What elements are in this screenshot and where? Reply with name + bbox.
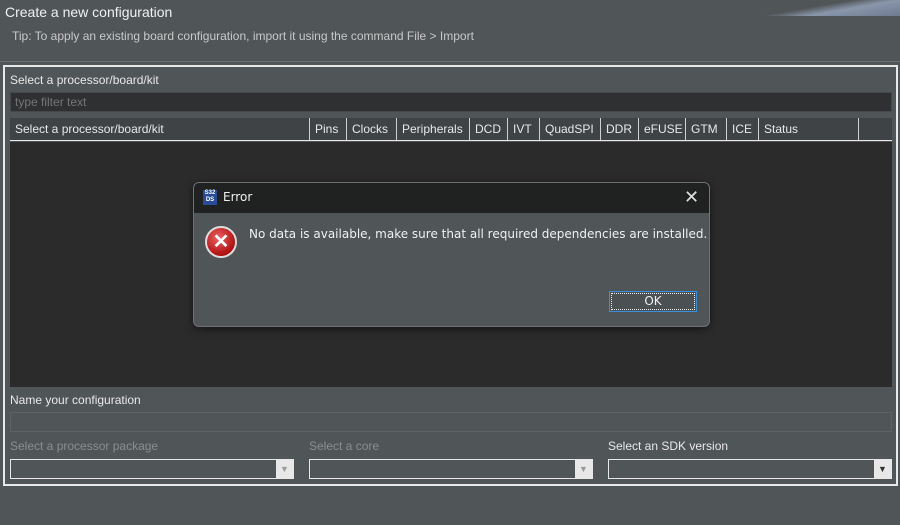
column-header-efuse[interactable]: eFUSE bbox=[639, 118, 686, 140]
column-header-clocks[interactable]: Clocks bbox=[347, 118, 397, 140]
chevron-down-icon: ▼ bbox=[276, 460, 293, 478]
column-header-peripherals[interactable]: Peripherals bbox=[397, 118, 470, 140]
error-dialog: S32 DS Error ✕ ✕ No data is available, m… bbox=[193, 182, 710, 327]
sdk-select[interactable]: ▼ bbox=[608, 459, 892, 479]
ok-button[interactable]: OK bbox=[609, 291, 697, 312]
banner-graphic bbox=[760, 0, 900, 16]
package-label: Select a processor package bbox=[10, 439, 159, 453]
close-icon[interactable]: ✕ bbox=[684, 187, 699, 208]
name-label: Name your configuration bbox=[10, 393, 141, 407]
table-header: Select a processor/board/kit Pins Clocks… bbox=[10, 118, 892, 141]
column-header-ivt[interactable]: IVT bbox=[508, 118, 540, 140]
column-header-status[interactable]: Status bbox=[759, 118, 859, 140]
column-header-quadspi[interactable]: QuadSPI bbox=[540, 118, 601, 140]
column-header-dcd[interactable]: DCD bbox=[470, 118, 508, 140]
core-label: Select a core bbox=[309, 439, 380, 453]
configuration-name-input[interactable] bbox=[10, 412, 892, 432]
tip-text: Tip: To apply an existing board configur… bbox=[12, 29, 474, 43]
chevron-down-icon: ▼ bbox=[874, 460, 891, 478]
sdk-label: Select an SDK version bbox=[608, 439, 729, 453]
page-title: Create a new configuration bbox=[5, 4, 173, 20]
column-header-ice[interactable]: ICE bbox=[727, 118, 759, 140]
dialog-title: Error bbox=[223, 190, 253, 204]
error-icon: ✕ bbox=[205, 226, 237, 258]
package-select[interactable]: ▼ bbox=[10, 459, 294, 479]
processor-label: Select a processor/board/kit bbox=[10, 73, 159, 87]
error-message: No data is available, make sure that all… bbox=[249, 227, 708, 241]
core-select[interactable]: ▼ bbox=[309, 459, 593, 479]
dialog-titlebar[interactable] bbox=[194, 183, 709, 213]
column-header-pins[interactable]: Pins bbox=[310, 118, 347, 140]
column-header-name[interactable]: Select a processor/board/kit bbox=[10, 118, 310, 140]
chevron-down-icon: ▼ bbox=[575, 460, 592, 478]
column-header-gtm[interactable]: GTM bbox=[686, 118, 727, 140]
column-header-ddr[interactable]: DDR bbox=[601, 118, 639, 140]
divider bbox=[0, 61, 900, 62]
s32ds-app-icon: S32 DS bbox=[203, 190, 217, 205]
filter-input[interactable] bbox=[10, 92, 892, 112]
